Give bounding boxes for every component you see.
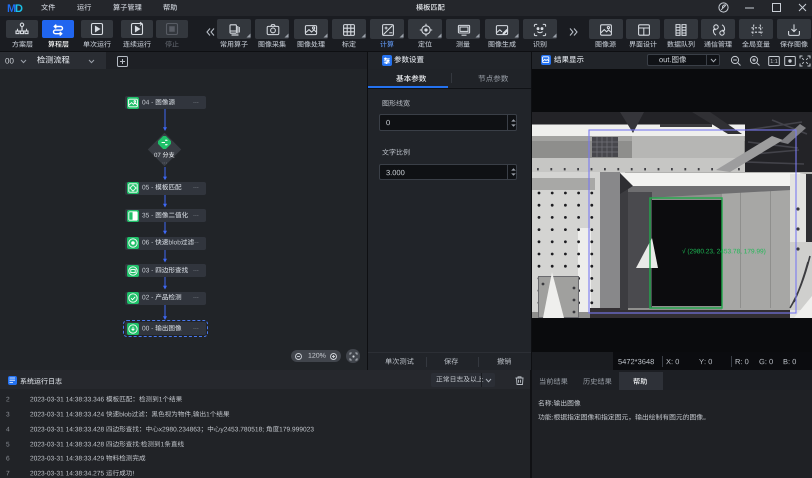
svg-text:1:1: 1:1 [770, 59, 778, 65]
